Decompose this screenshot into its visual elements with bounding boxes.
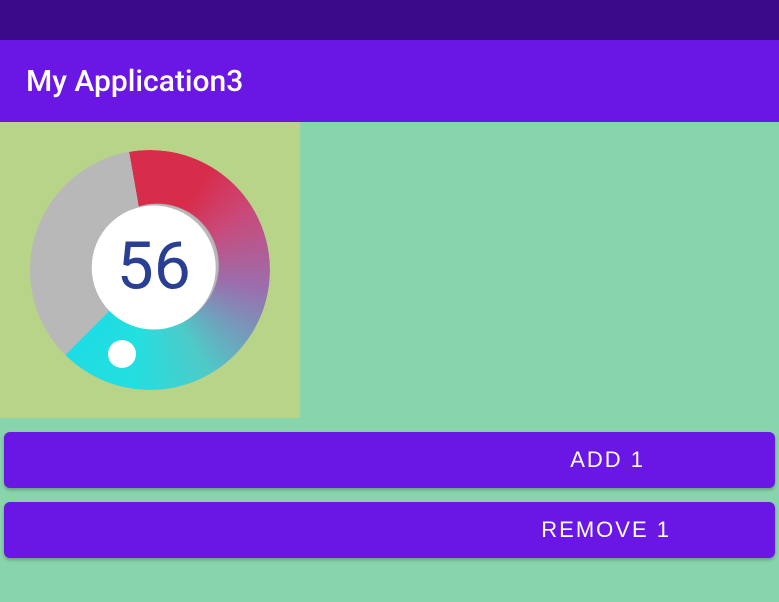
main-content: 56 ADD 1 REMOVE 1 [0,122,779,602]
remove-button[interactable]: REMOVE 1 [4,502,775,558]
circular-gauge[interactable]: 56 [30,150,270,390]
remove-button-label: REMOVE 1 [541,517,671,543]
add-button-label: ADD 1 [570,447,645,473]
gauge-value: 56 [117,235,191,301]
app-title: My Application3 [26,64,243,99]
gauge-knob-icon[interactable] [108,340,136,368]
gauge-panel: 56 [0,122,300,418]
status-bar [0,0,779,40]
add-button[interactable]: ADD 1 [4,432,775,488]
app-bar: My Application3 [0,40,779,122]
gauge-center: 56 [92,206,216,330]
